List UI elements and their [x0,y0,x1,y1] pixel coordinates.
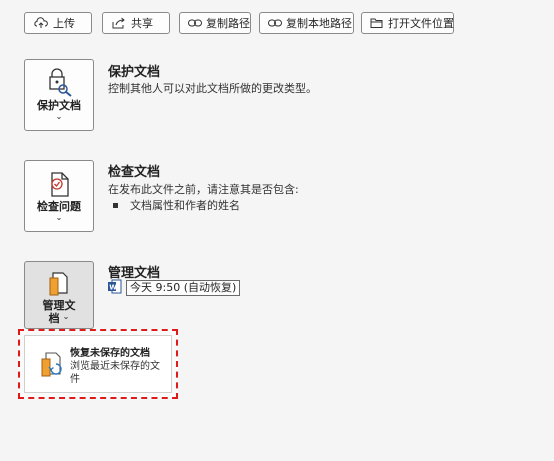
recover-item-title: 恢复未保存的文档 [70,348,150,359]
inspect-bullet-item: 文档属性和作者的姓名 [113,197,240,213]
recover-item-description: 浏览最近未保存的文件 [70,361,160,385]
check-for-issues-button-label: 检查问题 [37,200,81,213]
recover-unsaved-documents-item[interactable]: 恢复未保存的文档 浏览最近未保存的文件 [24,335,172,393]
copy-path-label: 复制路径 [206,17,250,30]
upload-button[interactable]: 上传 [24,12,92,34]
share-button[interactable]: 共享 [102,12,170,34]
folder-icon [370,15,384,31]
upload-label: 上传 [53,17,75,30]
manage-document-dropdown: 恢复未保存的文档 浏览最近未保存的文件 [18,329,178,399]
chevron-down-icon: ⌄ [55,112,63,121]
open-file-location-button[interactable]: 打开文件位置 [361,12,454,34]
share-icon [111,15,127,31]
protect-section-title: 保护文档 [108,65,161,80]
manage-document-icon [49,272,68,296]
manage-document-button-label: 管理文 档 ⌄ [43,299,76,325]
copy-path-button[interactable]: 复制路径 [179,12,251,34]
manage-document-button[interactable]: 管理文 档 ⌄ [24,261,94,329]
share-label: 共享 [131,17,153,30]
lock-document-icon [49,68,72,97]
word-document-icon: W [108,279,122,297]
svg-text:W: W [109,284,117,292]
bullet-icon [113,202,118,208]
protect-document-button-label: 保护文档 [37,99,81,112]
inspect-section-title: 检查文档 [108,165,161,180]
protect-document-button[interactable]: 保护文档 ⌄ [24,59,94,131]
link-icon [268,15,282,31]
manage-label-line1: 管理文 [42,299,76,312]
inspect-bullet-text: 文档属性和作者的姓名 [130,199,240,212]
chevron-down-icon: ⌄ [55,213,63,222]
manage-label-line2: 档 [48,312,60,325]
inspect-document-icon [51,172,69,197]
recover-document-icon [41,352,62,377]
chevron-down-icon: ⌄ [62,312,70,321]
copy-local-path-label: 复制本地路径 [286,17,352,30]
copy-local-path-button[interactable]: 复制本地路径 [259,12,354,34]
inspect-section-description: 在发布此文件之前，请注意其是否包含: [108,183,299,196]
open-location-label: 打开文件位置 [388,17,454,30]
version-entry[interactable]: W 今天 9:50 (自动恢复) [108,279,241,297]
protect-section-description: 控制其他人可以对此文档所做的更改类型。 [108,82,317,95]
check-for-issues-button[interactable]: 检查问题 ⌄ [24,160,94,232]
link-icon [188,15,202,31]
cloud-upload-icon [33,15,49,31]
version-entry-label: 今天 9:50 (自动恢复) [126,280,241,296]
